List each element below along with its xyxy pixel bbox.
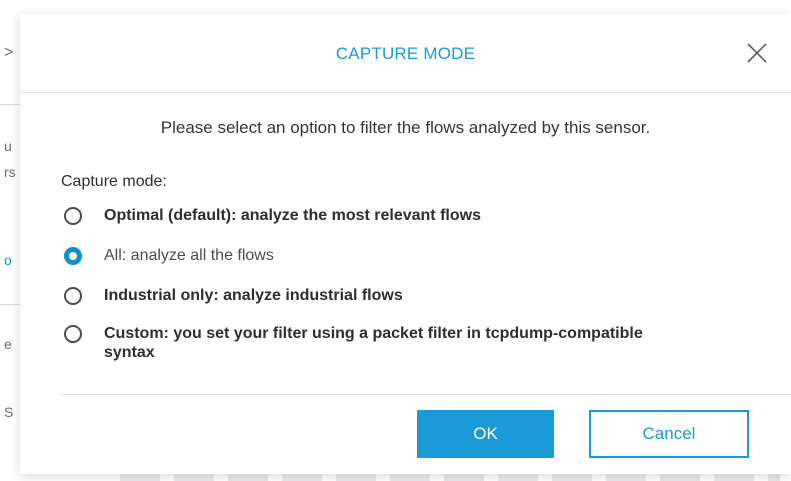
option-industrial[interactable]: Industrial only: analyze industrial flow…	[64, 286, 403, 305]
close-icon	[747, 43, 767, 63]
dialog-description: Please select an option to filter the fl…	[160, 118, 651, 137]
dialog-title: CAPTURE MODE	[335, 44, 476, 63]
option-all[interactable]: All: analyze all the flows	[64, 246, 274, 265]
background-text: rs	[4, 164, 16, 180]
footer-divider	[61, 394, 791, 395]
background-divider	[0, 104, 20, 105]
close-button[interactable]	[742, 38, 772, 68]
radio-button-optimal[interactable]	[64, 207, 82, 225]
background-link: o	[4, 252, 12, 268]
radio-button-industrial[interactable]	[64, 287, 82, 305]
background-chevron-icon: >	[4, 44, 14, 61]
option-custom-label: Custom: you set your filter using a pack…	[104, 325, 643, 361]
option-custom[interactable]: Custom: you set your filter using a pack…	[64, 324, 664, 362]
capture-mode-label: Capture mode:	[61, 173, 167, 190]
ok-button[interactable]: OK	[417, 410, 554, 458]
background-text: u	[4, 138, 12, 154]
background-divider	[0, 304, 20, 305]
option-optimal[interactable]: Optimal (default): analyze the most rele…	[64, 206, 481, 225]
background-text: S	[4, 404, 14, 420]
background-text: e	[4, 336, 12, 352]
radio-button-custom[interactable]	[64, 325, 82, 343]
cancel-button[interactable]: Cancel	[589, 410, 749, 458]
option-all-label: All: analyze all the flows	[104, 247, 274, 264]
option-optimal-label: Optimal (default): analyze the most rele…	[104, 207, 481, 224]
radio-button-all[interactable]	[64, 247, 82, 265]
dialog-header: CAPTURE MODE	[20, 14, 791, 93]
option-industrial-label: Industrial only: analyze industrial flow…	[104, 287, 403, 304]
capture-mode-dialog: CAPTURE MODE Please select an option to …	[20, 14, 791, 474]
